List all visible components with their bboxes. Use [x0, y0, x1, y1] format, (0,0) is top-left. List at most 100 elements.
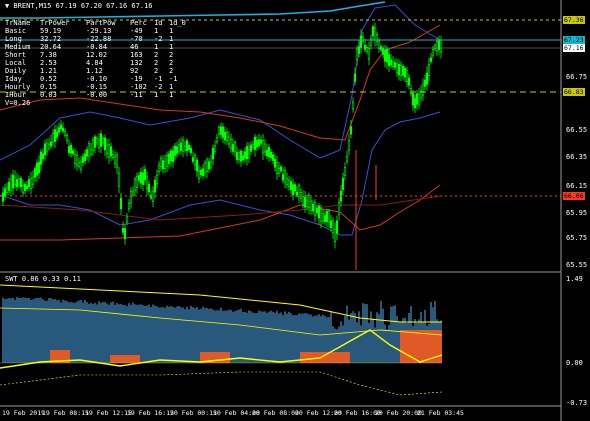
table-cell: 2	[169, 51, 174, 59]
candle-body	[305, 199, 309, 207]
table-cell: -29.13	[86, 27, 112, 35]
candle-body	[297, 184, 301, 198]
table-cell: -1	[169, 75, 178, 83]
candle-body	[377, 40, 381, 49]
table-cell: 1	[169, 83, 174, 91]
candle-body	[295, 191, 299, 196]
candle-body	[181, 139, 185, 152]
candle-body	[13, 176, 17, 185]
candle-body	[43, 143, 47, 156]
table-cell: 2	[169, 67, 174, 75]
candle-body	[301, 196, 305, 205]
candle-body	[197, 170, 201, 180]
candle-body	[249, 144, 253, 152]
candle-body	[95, 138, 99, 144]
candle-body	[163, 160, 167, 169]
candle-body	[279, 166, 283, 172]
table-header: TrName TrPower PartPow Perc 1d 1d_0	[5, 19, 189, 27]
candle-body	[79, 161, 83, 170]
candle-body	[207, 161, 211, 170]
candle-body	[213, 145, 217, 152]
candle-body	[113, 155, 117, 165]
candle-body	[343, 166, 347, 176]
candle-body	[151, 190, 155, 202]
candle-body	[17, 178, 21, 186]
candle-body	[111, 153, 115, 158]
candle-body	[327, 210, 331, 223]
candle-body	[57, 127, 61, 133]
candle-body	[7, 181, 11, 191]
candle-body	[211, 147, 215, 160]
candle-body	[413, 98, 417, 109]
candle-body	[283, 170, 287, 183]
candle-body	[107, 144, 111, 158]
candle-body	[15, 179, 19, 188]
candle-body	[403, 68, 407, 78]
candle-body	[245, 146, 249, 160]
candle-body	[263, 143, 267, 153]
candle-body	[247, 148, 251, 159]
candle-body	[179, 142, 183, 152]
table-cell: 2.53	[40, 59, 57, 67]
candle-body	[401, 65, 405, 76]
candle-body	[217, 127, 221, 135]
candle-body	[329, 220, 333, 229]
candle-body	[63, 131, 67, 136]
table-cell: -22.88	[86, 35, 112, 43]
table-cell: -0.15	[86, 83, 108, 91]
volatility-value: V=0.26	[5, 99, 31, 107]
table-cell: -49	[130, 27, 143, 35]
candle-body	[229, 139, 233, 149]
candle-body	[71, 150, 75, 155]
candle-body	[45, 142, 49, 152]
table-cell: -2	[154, 35, 163, 43]
candle-body	[77, 162, 81, 167]
candle-body	[257, 139, 261, 147]
candle-body	[147, 183, 151, 193]
candle-body	[203, 162, 207, 173]
table-cell: 46	[130, 43, 139, 51]
candle-body	[411, 93, 415, 106]
candle-body	[227, 136, 231, 145]
candle-body	[417, 94, 421, 105]
col-header: PartPow	[86, 19, 116, 27]
candle-body	[323, 215, 327, 223]
table-cell: 163	[130, 51, 143, 59]
candle-body	[133, 178, 137, 191]
candle-body	[143, 169, 147, 180]
candle-body	[25, 185, 29, 190]
candle-body	[219, 126, 223, 135]
candle-body	[153, 179, 157, 193]
candle-body	[99, 133, 103, 147]
col-header: Perc	[130, 19, 147, 27]
orange-area	[110, 355, 140, 363]
candle-body	[357, 46, 361, 54]
table-cell: Daily	[5, 67, 27, 75]
candle-body	[137, 175, 141, 181]
table-cell: 1	[154, 91, 159, 99]
table-cell: Short	[5, 51, 27, 59]
candle-body	[373, 27, 377, 41]
candle-body	[435, 41, 439, 52]
candle-body	[177, 144, 181, 152]
candle-body	[215, 137, 219, 143]
price-level-label: 66.83	[563, 88, 585, 96]
time-tick: 21 Feb 03:45	[417, 409, 464, 417]
table-row: Iday 0.52 -0.10 -19 -1 -1	[5, 75, 189, 83]
candle-body	[165, 155, 169, 167]
candle-body	[397, 64, 401, 76]
price-tick: 65.95	[566, 209, 588, 217]
price-tick: 66.55	[566, 126, 588, 134]
candle-body	[97, 139, 101, 149]
candle-body	[345, 156, 349, 162]
table-cell: Local	[5, 59, 27, 67]
price-level-label: 66.06	[563, 192, 585, 200]
candle-body	[59, 124, 63, 130]
candle-body	[431, 49, 435, 56]
table-cell: -0.10	[86, 75, 108, 83]
candle-body	[407, 77, 411, 86]
table-row: IHour 0.03 -0.00 -11 1 1	[5, 91, 189, 99]
candle-body	[337, 202, 341, 215]
time-tick: 19 Feb 12:15	[85, 409, 132, 417]
col-header: TrName	[5, 19, 31, 27]
